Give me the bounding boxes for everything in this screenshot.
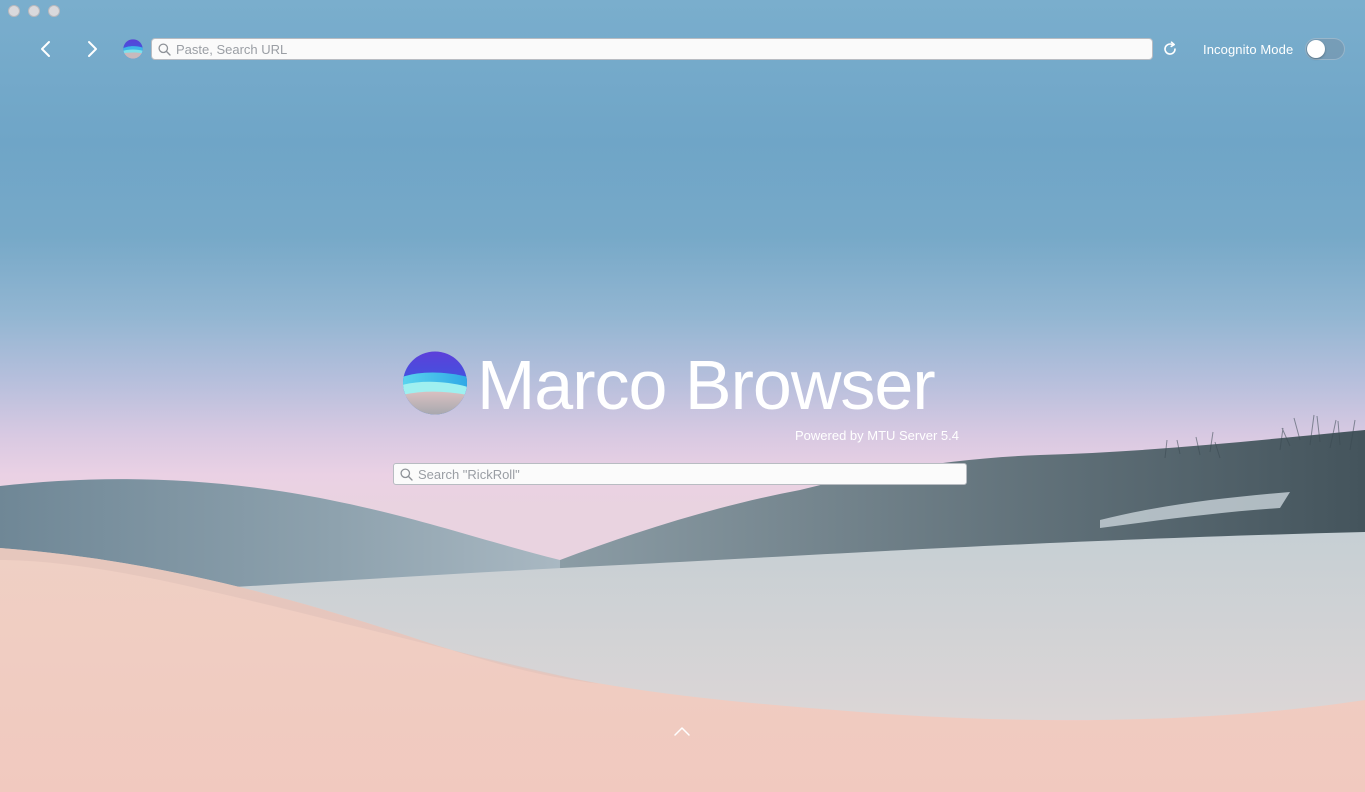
back-button[interactable]	[33, 36, 59, 62]
search-icon	[400, 467, 413, 481]
url-bar[interactable]	[151, 38, 1153, 60]
chevron-left-icon	[41, 41, 50, 57]
marco-logo-icon	[123, 39, 143, 59]
reload-icon	[1164, 41, 1176, 55]
reload-button[interactable]	[1159, 38, 1181, 60]
incognito-mode-toggle[interactable]	[1305, 38, 1345, 60]
incognito-mode-label: Incognito Mode	[1203, 42, 1294, 57]
window-maximize-button[interactable]	[48, 5, 60, 17]
window-close-button[interactable]	[8, 5, 20, 17]
browser-window: Incognito Mode Marco Browser Powered by …	[0, 0, 1365, 792]
app-title: Marco Browser	[477, 346, 936, 424]
toggle-knob	[1307, 40, 1325, 58]
main-search-bar[interactable]	[393, 463, 967, 485]
url-input[interactable]	[176, 41, 1136, 57]
window-minimize-button[interactable]	[28, 5, 40, 17]
search-icon	[158, 42, 171, 56]
chevron-up-icon	[674, 727, 690, 736]
main-search-input[interactable]	[418, 466, 958, 482]
expand-panel-button[interactable]	[671, 723, 693, 739]
chevron-right-icon	[88, 41, 97, 57]
forward-button[interactable]	[79, 36, 105, 62]
app-subtitle: Powered by MTU Server 5.4	[794, 428, 959, 443]
marco-browser-logo	[403, 351, 467, 415]
